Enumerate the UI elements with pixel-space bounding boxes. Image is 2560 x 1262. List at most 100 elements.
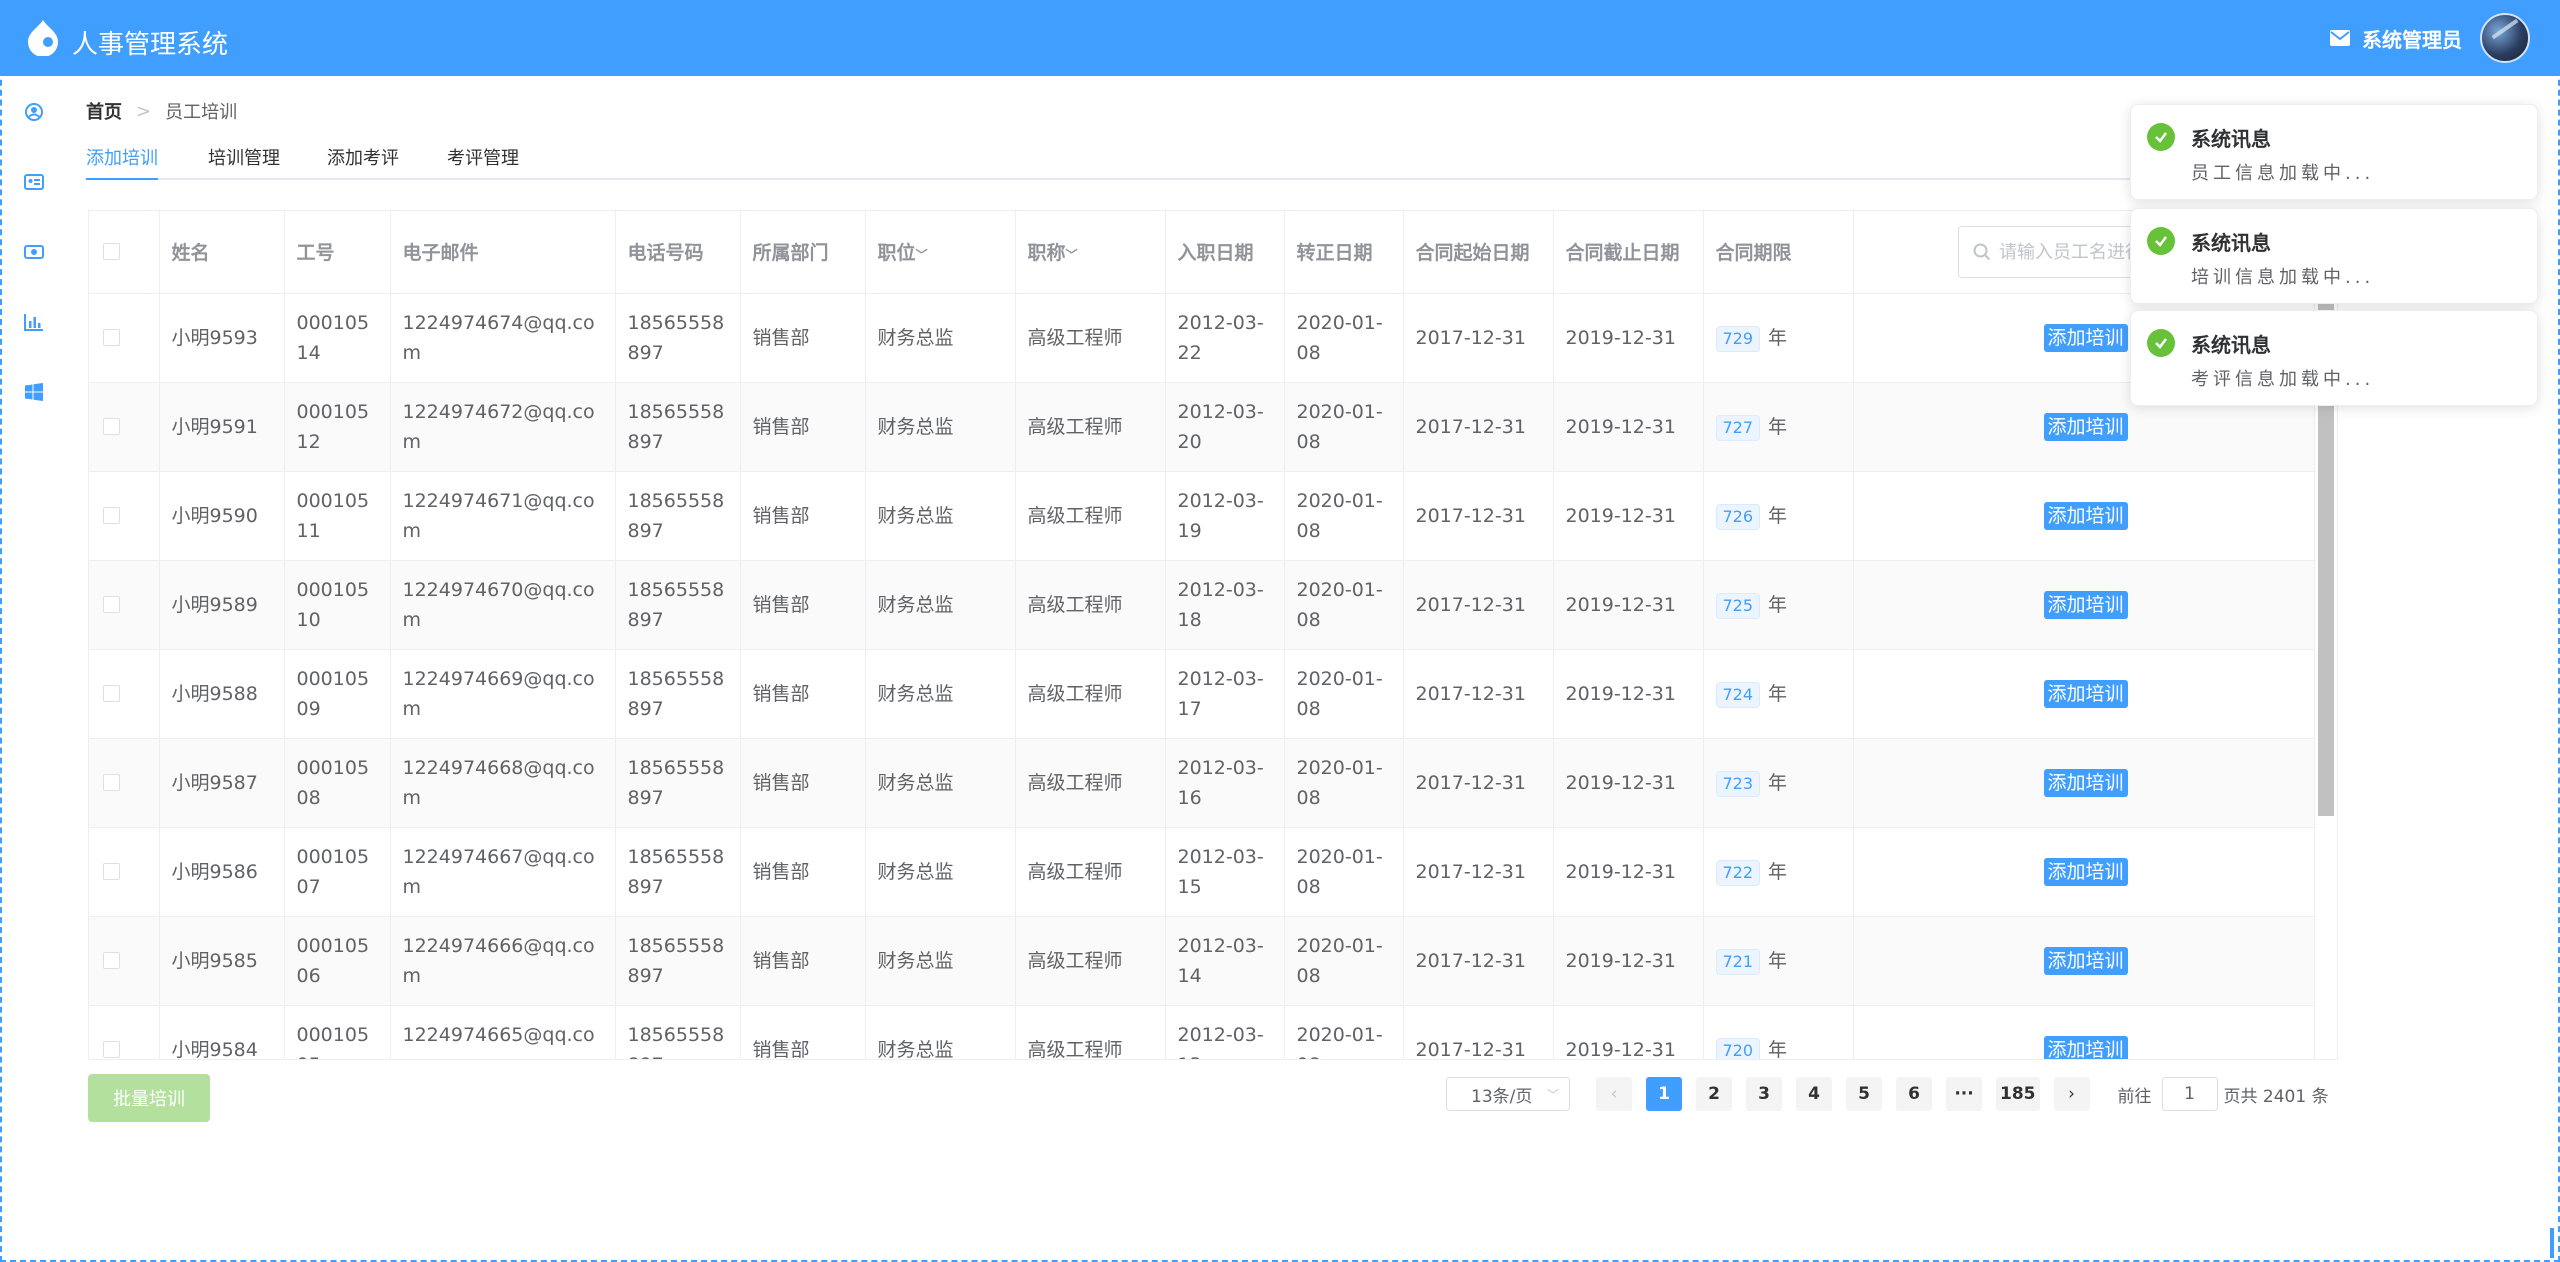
cell-regular: 2020-01-08 (1284, 471, 1404, 561)
notification-message: 员工信息加载中... (2191, 163, 2375, 184)
row-checkbox[interactable] (103, 863, 120, 880)
windows-icon[interactable] (24, 382, 44, 402)
cell-regular: 2020-01-08 (1284, 560, 1404, 650)
tab-evaluation-management[interactable]: 考评管理 (447, 144, 519, 180)
select-all-checkbox[interactable] (103, 243, 120, 261)
batch-training-button[interactable]: 批量培训 (88, 1074, 210, 1122)
cell-term: 722 年 (1703, 827, 1854, 917)
page-size-select[interactable]: 13条/页 ﹀ (1446, 1077, 1570, 1111)
row-checkbox[interactable] (103, 1041, 120, 1058)
table-row[interactable]: 小明9586 00010507 1224974667@qq.com 185655588… (89, 827, 2315, 917)
cell-cend: 2019-12-31 (1553, 471, 1704, 561)
header-rank-cell[interactable]: 职称﹀ (1015, 211, 1166, 294)
id-card-icon[interactable] (24, 172, 44, 192)
cell-email: 1224974670@qq.com (390, 560, 616, 650)
avatar[interactable] (2480, 13, 2530, 63)
header-contract-end: 合同截止日期 (1553, 211, 1704, 294)
add-training-button[interactable]: 添加培训 (2043, 679, 2128, 708)
add-training-button[interactable]: 添加培训 (2043, 1035, 2128, 1059)
cell-hire: 2012-03-19 (1165, 471, 1285, 561)
header-regular-date: 转正日期 (1284, 211, 1404, 294)
table-row[interactable]: 小明9588 00010509 1224974669@qq.com 185655588… (89, 649, 2315, 739)
table-row[interactable]: 小明9593 00010514 1224974674@qq.com 185655588… (89, 293, 2315, 383)
page-button[interactable]: 6 (1896, 1077, 1932, 1111)
cell-actions: 添加培训 (1853, 916, 2315, 1006)
notification-training[interactable]: 系统讯息 培训信息加载中... (2130, 208, 2538, 304)
add-training-button[interactable]: 添加培训 (2043, 590, 2128, 619)
tab-add-evaluation[interactable]: 添加考评 (327, 144, 399, 180)
cell-email: 1224974674@qq.com (390, 293, 616, 383)
row-checkbox[interactable] (103, 596, 120, 613)
row-checkbox[interactable] (103, 685, 120, 702)
cell-regular: 2020-01-08 (1284, 827, 1404, 917)
notification-title: 系统讯息 (2191, 231, 2271, 255)
page-button[interactable]: 4 (1796, 1077, 1832, 1111)
year-unit: 年 (1768, 504, 1788, 527)
cell-name: 小明9593 (159, 293, 285, 383)
tab-add-training[interactable]: 添加培训 (86, 144, 158, 180)
notification-evaluation[interactable]: 系统讯息 考评信息加载中... (2130, 310, 2538, 406)
user-circle-icon[interactable] (24, 102, 44, 122)
row-checkbox[interactable] (103, 952, 120, 969)
cell-hire: 2012-03-14 (1165, 916, 1285, 1006)
tab-training-management[interactable]: 培训管理 (208, 144, 280, 180)
cell-rank: 高级工程师 (1015, 827, 1166, 917)
table-row[interactable]: 小明9587 00010508 1224974668@qq.com 185655588… (89, 738, 2315, 828)
tab-bar: 添加培训 培训管理 添加考评 考评管理 (86, 140, 2338, 180)
notification-employee[interactable]: 系统讯息 员工信息加载中... (2130, 104, 2538, 200)
page-button[interactable]: 185 (1996, 1077, 2040, 1111)
cell-term: 724 年 (1703, 649, 1854, 739)
cell-phone: 18565558897 (615, 382, 741, 472)
contract-term-tag: 727 (1715, 414, 1761, 441)
table-row[interactable]: 小明9589 00010510 1224974670@qq.com 185655588… (89, 560, 2315, 650)
page-button[interactable]: 2 (1696, 1077, 1732, 1111)
prev-page-button[interactable]: ‹ (1596, 1077, 1632, 1111)
cell-hire: 2012-03-17 (1165, 649, 1285, 739)
cell-dept: 销售部 (740, 738, 866, 828)
table-row[interactable]: 小明9585 00010506 1224974666@qq.com 185655588… (89, 916, 2315, 1006)
next-page-button[interactable]: › (2053, 1077, 2090, 1111)
page-button[interactable]: 1 (1646, 1077, 1682, 1111)
cell-dept: 销售部 (740, 1005, 866, 1059)
table-row[interactable]: 小明9591 00010512 1224974672@qq.com 185655588… (89, 382, 2315, 472)
add-training-button[interactable]: 添加培训 (2043, 768, 2128, 797)
row-checkbox[interactable] (103, 418, 120, 435)
table-row[interactable]: 小明9590 00010511 1224974671@qq.com 185655588… (89, 471, 2315, 561)
header-rank: 职称 (1027, 242, 1066, 265)
cell-rank: 高级工程师 (1015, 560, 1166, 650)
user-name[interactable]: 系统管理员 (2362, 24, 2462, 53)
add-training-button[interactable]: 添加培训 (2043, 412, 2128, 441)
more-pages-button[interactable]: ··· (1946, 1077, 1982, 1111)
cell-term: 723 年 (1703, 738, 1854, 828)
cell-cend: 2019-12-31 (1553, 649, 1704, 739)
header-position-cell[interactable]: 职位﹀ (865, 211, 1016, 294)
cell-actions: 添加培训 (1853, 1005, 2315, 1059)
cell-phone: 18565558897 (615, 916, 741, 1006)
page-button[interactable]: 5 (1846, 1077, 1882, 1111)
table-row[interactable]: 小明9584000105051224974665@qq.com185655588… (89, 1005, 2315, 1059)
add-training-button[interactable]: 添加培训 (2043, 857, 2128, 886)
cell-email: 1224974672@qq.com (390, 382, 616, 472)
bar-chart-icon[interactable] (24, 312, 44, 332)
user-menu[interactable]: 系统管理员 (2330, 10, 2530, 66)
goto-page-input[interactable] (2161, 1077, 2218, 1111)
cell-name: 小明9590 (159, 471, 285, 561)
add-training-button[interactable]: 添加培训 (2043, 323, 2128, 352)
breadcrumb-home[interactable]: 首页 (86, 98, 122, 124)
row-checkbox[interactable] (103, 329, 120, 346)
money-icon[interactable] (24, 242, 44, 262)
add-training-button[interactable]: 添加培训 (2043, 946, 2128, 975)
cell-email: 1224974668@qq.com (390, 738, 616, 828)
cell-dept: 销售部 (740, 827, 866, 917)
cell-id: 00010510 (284, 560, 391, 650)
page-button[interactable]: 3 (1746, 1077, 1782, 1111)
row-checkbox[interactable] (103, 507, 120, 524)
cell-term: 727 年 (1703, 382, 1854, 472)
cell-cstart: 2017-12-31 (1403, 649, 1554, 739)
row-checkbox[interactable] (103, 774, 120, 791)
cell-regular: 2020-01-08 (1284, 738, 1404, 828)
cell-phone: 18565558897 (615, 1005, 741, 1059)
add-training-button[interactable]: 添加培训 (2043, 501, 2128, 530)
resize-handle[interactable] (2550, 1228, 2554, 1258)
notification-title: 系统讯息 (2191, 333, 2271, 357)
